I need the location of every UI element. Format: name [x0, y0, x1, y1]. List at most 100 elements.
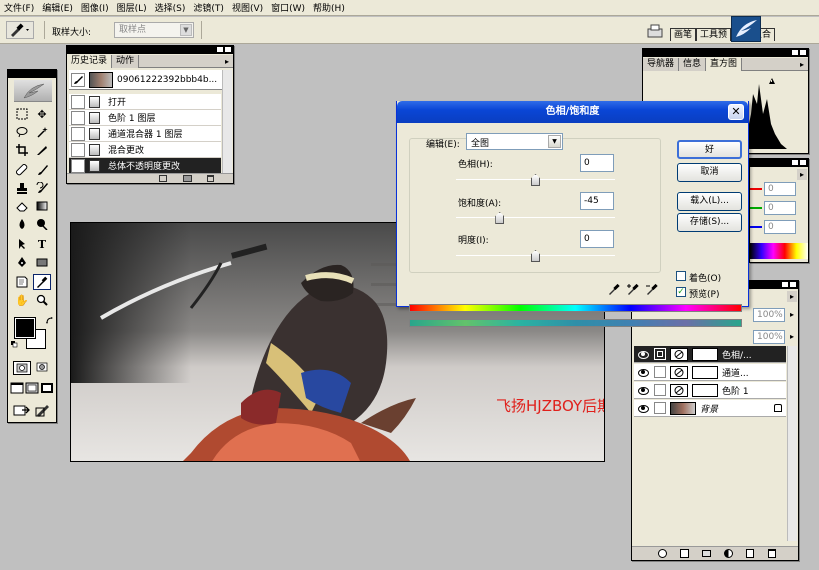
- add-mask-icon[interactable]: [680, 549, 689, 558]
- swap-colors-icon[interactable]: [46, 317, 54, 325]
- edit-select[interactable]: 全图 ▼: [466, 133, 563, 150]
- foreground-color-swatch-front[interactable]: [14, 317, 36, 339]
- blur-tool-icon[interactable]: [13, 216, 31, 232]
- palette-well-tab-tool-presets[interactable]: 工具预: [696, 28, 732, 41]
- new-layer-icon[interactable]: [746, 549, 754, 558]
- layer-row[interactable]: 通道...: [634, 364, 786, 381]
- imageready-icon[interactable]: [35, 403, 51, 417]
- move-tool-icon[interactable]: ✥: [33, 106, 51, 122]
- hue-value-field[interactable]: 0: [580, 154, 614, 172]
- history-step[interactable]: 通道混合器 1 图层: [69, 126, 221, 142]
- menu-filter[interactable]: 滤镜(T): [189, 1, 228, 14]
- tab-navigator[interactable]: 导航器: [643, 58, 680, 71]
- quick-mask-mode-icon[interactable]: [34, 361, 52, 375]
- history-brush-tool-icon[interactable]: [33, 180, 51, 196]
- healing-brush-tool-icon[interactable]: [13, 162, 31, 178]
- sample-size-select[interactable]: 取样点 ▼: [114, 22, 194, 38]
- color-ramp[interactable]: [750, 243, 808, 259]
- screen-mode-full-icon[interactable]: [40, 382, 54, 394]
- eyedropper-minus-icon[interactable]: [645, 282, 659, 296]
- new-adjustment-layer-icon[interactable]: [724, 549, 733, 558]
- screen-mode-full-menu-icon[interactable]: [25, 382, 39, 394]
- fill-field[interactable]: 100%: [753, 330, 785, 344]
- eye-icon[interactable]: [636, 403, 650, 413]
- dodge-tool-icon[interactable]: [33, 216, 51, 232]
- menu-window[interactable]: 窗口(W): [267, 1, 309, 14]
- history-brush-source-box[interactable]: [71, 158, 85, 173]
- lasso-tool-icon[interactable]: [13, 124, 31, 140]
- minimize-icon[interactable]: [792, 50, 798, 55]
- slice-tool-icon[interactable]: [33, 142, 51, 158]
- history-brush-source-box[interactable]: [71, 126, 85, 141]
- path-selection-tool-icon[interactable]: [13, 236, 31, 252]
- tab-info[interactable]: 信息: [679, 58, 707, 71]
- saturation-value-field[interactable]: -45: [580, 192, 614, 210]
- notes-tool-icon[interactable]: [13, 274, 31, 290]
- load-button[interactable]: 载入(L)...: [677, 192, 742, 211]
- menu-layer[interactable]: 图层(L): [113, 1, 151, 14]
- menu-edit[interactable]: 编辑(E): [38, 1, 77, 14]
- default-colors-icon[interactable]: [11, 341, 18, 348]
- close-icon[interactable]: [800, 160, 806, 165]
- history-step[interactable]: 色阶 1 图层: [69, 110, 221, 126]
- new-document-icon[interactable]: [159, 175, 167, 182]
- opacity-arrow-icon[interactable]: ▸: [787, 309, 797, 321]
- saturation-slider-track[interactable]: [456, 217, 615, 218]
- eye-icon[interactable]: [636, 385, 650, 395]
- colorize-checkbox[interactable]: [676, 271, 686, 281]
- zoom-tool-icon[interactable]: [33, 292, 51, 308]
- close-icon[interactable]: [790, 282, 796, 287]
- type-tool-icon[interactable]: T: [33, 236, 51, 252]
- history-step[interactable]: 混合更改: [69, 142, 221, 158]
- eye-icon[interactable]: [636, 349, 650, 359]
- adobe-feather-logo[interactable]: [14, 80, 52, 102]
- blue-value-field[interactable]: 0: [764, 220, 796, 234]
- gradient-tool-icon[interactable]: [33, 198, 51, 214]
- menu-image[interactable]: 图像(I): [77, 1, 113, 14]
- eyedropper-tool-icon[interactable]: [33, 274, 51, 290]
- standard-mode-icon[interactable]: [13, 361, 31, 375]
- history-step-current[interactable]: 总体不透明度更改: [69, 158, 221, 174]
- close-icon[interactable]: [800, 50, 806, 55]
- save-button[interactable]: 存储(S)...: [677, 213, 742, 232]
- preview-checkbox[interactable]: ✓: [676, 287, 686, 297]
- minimize-icon[interactable]: [782, 282, 788, 287]
- lightness-value-field[interactable]: 0: [580, 230, 614, 248]
- history-brush-source-box[interactable]: [71, 142, 85, 157]
- panel-menu-arrow-icon[interactable]: ▸: [222, 56, 232, 67]
- menu-select[interactable]: 选择(S): [151, 1, 190, 14]
- brush-link-icon[interactable]: [654, 348, 666, 360]
- close-icon[interactable]: [225, 47, 231, 52]
- crop-tool-icon[interactable]: [13, 142, 31, 158]
- tab-histogram[interactable]: 直方图: [706, 58, 743, 71]
- layer-row[interactable]: 色阶 1: [634, 382, 786, 399]
- menu-help[interactable]: 帮助(H): [309, 1, 349, 14]
- new-group-icon[interactable]: [702, 550, 711, 557]
- cancel-button[interactable]: 取消: [677, 163, 742, 182]
- hand-tool-icon[interactable]: ✋: [13, 292, 31, 308]
- rectangle-shape-tool-icon[interactable]: [33, 254, 51, 270]
- file-browser-icon[interactable]: [645, 22, 665, 39]
- jump-to-imageready-icon[interactable]: [13, 403, 31, 417]
- history-scrollbar[interactable]: [222, 70, 232, 174]
- screen-mode-standard-icon[interactable]: [10, 382, 24, 394]
- layer-link-box[interactable]: [654, 402, 666, 414]
- history-step[interactable]: 打开: [69, 94, 221, 110]
- menu-view[interactable]: 视图(V): [228, 1, 267, 14]
- marquee-tool-icon[interactable]: [13, 106, 31, 122]
- palette-well-tab-brushes[interactable]: 画笔: [670, 28, 697, 41]
- trash-icon[interactable]: [768, 549, 776, 558]
- history-snapshot[interactable]: 09061222392bbb4b...: [69, 70, 231, 90]
- fill-arrow-icon[interactable]: ▸: [787, 331, 797, 343]
- eyedropper-icon[interactable]: [607, 282, 621, 296]
- history-brush-source-box[interactable]: [71, 94, 85, 109]
- minimize-icon[interactable]: [792, 160, 798, 165]
- magic-wand-tool-icon[interactable]: [33, 124, 51, 140]
- minimize-icon[interactable]: [217, 47, 223, 52]
- panel-menu-arrow-icon[interactable]: ▸: [787, 291, 797, 302]
- layers-scrollbar[interactable]: [787, 346, 797, 541]
- clone-stamp-tool-icon[interactable]: [13, 180, 31, 196]
- eyedropper-plus-icon[interactable]: [626, 282, 640, 296]
- new-snapshot-icon[interactable]: [183, 175, 192, 182]
- panel-menu-arrow-icon[interactable]: ▸: [797, 169, 807, 180]
